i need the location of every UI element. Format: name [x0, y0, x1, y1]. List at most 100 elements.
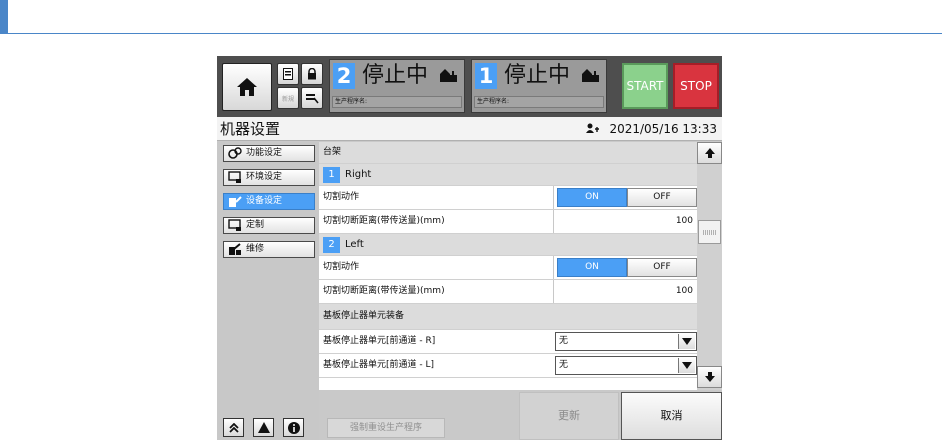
document-button[interactable] [277, 63, 299, 85]
select-value: 无 [559, 336, 569, 346]
page: 新規 2 停止中 生产程序名: 1 停止中 生产程序名: START STOP [0, 0, 942, 440]
cut-distance-value[interactable]: 100 [676, 210, 693, 233]
page-title: 机器设置 [220, 120, 281, 138]
lock-button[interactable] [301, 63, 323, 85]
triangle-down-icon [682, 362, 692, 369]
lock-icon [308, 68, 316, 80]
cell-divider [553, 256, 554, 279]
datetime: 2021/05/16 13:33 [609, 122, 717, 136]
lane-status-text: 停止中 [504, 63, 571, 88]
table-row: 切割动作 ON OFF [319, 186, 697, 210]
cut-distance-label: 切割切断距离(带传送量)(mm) [323, 216, 445, 226]
lane-status-text: 停止中 [362, 63, 429, 88]
scrollbar[interactable] [697, 142, 722, 390]
arrow-down-icon [704, 372, 715, 382]
lane-status-panel-1: 1 停止中 生产程序名: [471, 59, 607, 113]
select-value: 无 [559, 360, 569, 370]
triangle-down-icon [682, 338, 692, 345]
collapse-button[interactable] [223, 418, 244, 437]
lane-name: Right [345, 169, 372, 180]
info-button[interactable] [283, 418, 304, 437]
double-chevron-up-icon [228, 422, 239, 433]
cut-action-label: 切割动作 [323, 262, 360, 272]
machine-icon [440, 69, 457, 82]
header-divider [0, 33, 942, 34]
header-accent-bar [0, 0, 8, 34]
home-button[interactable] [222, 63, 272, 111]
stopper-label: 基板停止器单元[前通道 - L] [323, 360, 435, 370]
section-header-stage: 台架 [319, 142, 697, 164]
home-icon [237, 78, 257, 96]
program-name-field: 生产程序名: [332, 96, 462, 108]
cut-action-on-button[interactable]: ON [557, 258, 627, 277]
sidebar: 功能设定 环境设定 设备设定 定制 维修 [217, 142, 319, 440]
sidebar-item-label: 定制 [246, 220, 265, 230]
table-row: 基板停止器单元[前通道 - R] 无 [319, 330, 697, 354]
thumb-grip [703, 230, 717, 235]
sidebar-item-function[interactable]: 功能设定 [223, 145, 315, 162]
cell-divider [553, 210, 554, 233]
lane-header-left: 2 Left [319, 234, 697, 256]
force-reset-program-button[interactable]: 强制重设生产程序 [327, 418, 445, 438]
custom-icon [228, 219, 241, 231]
device-icon [229, 196, 242, 207]
lane-badge: 1 [323, 167, 340, 183]
dropdown-arrow[interactable] [678, 358, 695, 373]
cut-action-off-button[interactable]: OFF [627, 258, 697, 277]
program-name-field: 生产程序名: [474, 96, 604, 108]
start-button[interactable]: START [622, 63, 668, 109]
new-button-label: 新規 [281, 95, 294, 103]
settings-panel: 台架 1 Right 切割动作 ON OFF 切割切断距离(带传送量)(mm) … [319, 142, 697, 390]
lane-header-right: 1 Right [319, 164, 697, 186]
new-button[interactable]: 新規 [277, 87, 299, 109]
cut-action-on-button[interactable]: ON [557, 188, 627, 207]
machine-screen: 新規 2 停止中 生产程序名: 1 停止中 生产程序名: START STOP [217, 56, 722, 440]
info-icon [287, 421, 300, 434]
scroll-down-button[interactable] [697, 366, 722, 388]
sidebar-item-device[interactable]: 设备设定 [223, 193, 315, 210]
lane-name: Left [345, 239, 364, 250]
stopper-select-l[interactable]: 无 [555, 356, 697, 375]
cut-action-off-button[interactable]: OFF [627, 188, 697, 207]
scroll-thumb[interactable] [698, 220, 721, 244]
lane-number-badge: 2 [333, 63, 355, 89]
stop-button[interactable]: STOP [673, 63, 719, 109]
dropdown-arrow[interactable] [678, 334, 695, 349]
cut-distance-value[interactable]: 100 [676, 280, 693, 303]
cut-distance-label: 切割切断距离(带传送量)(mm) [323, 286, 445, 296]
table-row: 切割切断距离(带传送量)(mm) 100 [319, 210, 697, 234]
environment-icon [228, 171, 241, 183]
sidebar-item-label: 功能设定 [246, 148, 283, 158]
table-row: 切割动作 ON OFF [319, 256, 697, 280]
cancel-button[interactable]: 取消 [621, 392, 722, 440]
update-button[interactable]: 更新 [519, 392, 619, 440]
cell-divider [553, 280, 554, 303]
document-icon [283, 68, 293, 80]
sidebar-item-custom[interactable]: 定制 [223, 217, 315, 234]
sidebar-item-maintenance[interactable]: 维修 [223, 241, 315, 258]
function-icon [228, 147, 242, 159]
section-header-stopper: 基板停止器单元装备 [319, 304, 697, 330]
maintenance-icon [229, 243, 241, 255]
machine-icon [582, 69, 599, 82]
sidebar-item-label: 设备设定 [246, 196, 283, 206]
stopper-select-r[interactable]: 无 [555, 332, 697, 351]
lane-status-panel-2: 2 停止中 生产程序名: [329, 59, 465, 113]
table-row: 基板停止器单元[前通道 - L] 无 [319, 354, 697, 378]
table-row: 切割切断距离(带传送量)(mm) 100 [319, 280, 697, 304]
cut-action-label: 切割动作 [323, 192, 360, 202]
user-icon [586, 123, 599, 133]
warning-icon [257, 422, 270, 433]
stopper-label: 基板停止器单元[前通道 - R] [323, 336, 436, 346]
sidebar-item-environment[interactable]: 环境设定 [223, 169, 315, 186]
sidebar-item-label: 维修 [246, 244, 265, 254]
arrow-up-icon [704, 148, 715, 158]
scroll-up-button[interactable] [697, 142, 722, 164]
lane-number-badge: 1 [475, 63, 497, 89]
top-bar: 新規 2 停止中 生产程序名: 1 停止中 生产程序名: START STOP [217, 56, 722, 117]
tool-icon [306, 94, 319, 104]
lane-badge: 2 [323, 237, 340, 253]
sidebar-item-label: 环境设定 [246, 172, 283, 182]
warning-button[interactable] [253, 418, 274, 437]
tool-button[interactable] [301, 87, 323, 109]
